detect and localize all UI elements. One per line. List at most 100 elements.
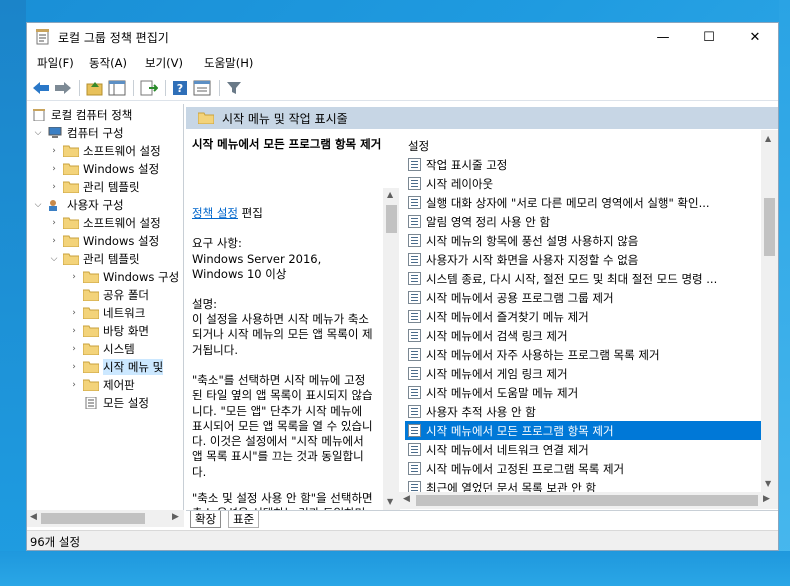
filter-button[interactable]: [224, 78, 244, 98]
menu-view[interactable]: 보기(V): [145, 55, 183, 71]
show-hide-tree-button[interactable]: [107, 78, 127, 98]
tree-horizontal-scrollbar[interactable]: ◀ ▶: [27, 510, 184, 527]
tree-item-desktop[interactable]: › 바탕 화면: [69, 322, 149, 340]
chevron-right-icon[interactable]: ›: [49, 164, 59, 174]
folder-icon: [83, 325, 99, 337]
scroll-thumb[interactable]: [386, 205, 397, 233]
scroll-left-icon[interactable]: ◀: [30, 512, 37, 522]
chevron-right-icon[interactable]: ›: [49, 146, 59, 156]
scroll-thumb[interactable]: [416, 495, 758, 506]
setting-row[interactable]: 시작 메뉴의 항목에 풍선 설명 사용하지 않음: [405, 231, 761, 250]
setting-row[interactable]: 사용자 추적 사용 안 함: [405, 402, 761, 421]
help-button[interactable]: ?: [170, 78, 190, 98]
scroll-up-icon[interactable]: ▲: [765, 134, 771, 143]
setting-row[interactable]: 시작 메뉴에서 네트워크 연결 제거: [405, 440, 761, 459]
chevron-right-icon[interactable]: ›: [69, 344, 79, 354]
setting-row[interactable]: 시작 메뉴에서 게임 링크 제거: [405, 364, 761, 383]
chevron-right-icon[interactable]: ›: [49, 218, 59, 228]
export-list-button[interactable]: [139, 78, 159, 98]
minimize-button[interactable]: —: [640, 23, 686, 51]
setting-row[interactable]: 시작 메뉴에서 검색 링크 제거: [405, 326, 761, 345]
setting-row[interactable]: 사용자가 시작 화면을 사용자 지정할 수 없음: [405, 250, 761, 269]
setting-label: 시작 메뉴에서 모든 프로그램 항목 제거: [426, 423, 614, 438]
setting-row[interactable]: 시작 메뉴에서 고정된 프로그램 목록 제거: [405, 459, 761, 478]
tree-item-control-panel[interactable]: › 제어판: [69, 376, 135, 394]
chevron-right-icon[interactable]: ›: [69, 362, 79, 372]
scroll-thumb[interactable]: [764, 198, 775, 256]
menu-help[interactable]: 도움말(H): [204, 55, 253, 71]
scroll-down-icon[interactable]: ▼: [387, 497, 393, 506]
scroll-down-icon[interactable]: ▼: [765, 479, 771, 488]
tree-item-user-config[interactable]: ⌵ 사용자 구성: [33, 196, 124, 214]
settings-vertical-scrollbar[interactable]: ▲ ▼: [761, 130, 778, 492]
setting-row[interactable]: 알림 영역 정리 사용 안 함: [405, 212, 761, 231]
tree-item-start-menu-taskbar[interactable]: › 시작 메뉴 및: [69, 358, 164, 376]
chevron-right-icon[interactable]: ›: [69, 380, 79, 390]
folder-open-icon: [63, 253, 79, 265]
close-button[interactable]: ✕: [732, 23, 778, 51]
filter-icon: [227, 82, 241, 94]
settings-horizontal-scrollbar[interactable]: ◀ ▶: [399, 492, 778, 509]
setting-row[interactable]: 최근에 열었던 문서 목록 보관 안 함: [405, 478, 761, 492]
tree-item-network[interactable]: › 네트워크: [69, 304, 145, 322]
chevron-down-icon[interactable]: ⌵: [49, 254, 59, 264]
tree-item-windows-components[interactable]: › Windows 구성: [69, 268, 179, 286]
forward-button[interactable]: [53, 78, 73, 98]
maximize-button[interactable]: ☐: [686, 23, 732, 51]
setting-row[interactable]: 시작 메뉴에서 즐겨찾기 메뉴 제거: [405, 307, 761, 326]
setting-row[interactable]: 시작 레이아웃: [405, 174, 761, 193]
tree-item-all-settings[interactable]: 모든 설정: [83, 394, 149, 412]
tree-item-system[interactable]: › 시스템: [69, 340, 135, 358]
tree-item-windows-settings[interactable]: › Windows 설정: [49, 160, 159, 178]
scroll-right-icon[interactable]: ▶: [763, 494, 770, 504]
setting-label: 알림 영역 정리 사용 안 함: [426, 214, 551, 229]
tree-item-label: 시작 메뉴 및: [103, 359, 164, 375]
setting-row[interactable]: 시작 메뉴에서 자주 사용하는 프로그램 목록 제거: [405, 345, 761, 364]
tree-item-shared-folders[interactable]: 공유 폴더: [83, 286, 149, 304]
description-scrollbar[interactable]: ▲ ▼: [383, 188, 400, 510]
tree-item-local-computer-policy[interactable]: 로컬 컴퓨터 정책: [31, 106, 132, 124]
setting-label: 사용자가 시작 화면을 사용자 지정할 수 없음: [426, 252, 639, 267]
gpedit-window: 로컬 그룹 정책 편집기 — ☐ ✕ 파일(F) 동작(A) 보기(V) 도움말…: [26, 22, 779, 551]
tree-item-computer-config[interactable]: ⌵ 컴퓨터 구성: [33, 124, 124, 142]
setting-row[interactable]: 실행 대화 상자에 "서로 다른 메모리 영역에서 실행" 확인...: [405, 193, 761, 212]
back-button[interactable]: [31, 78, 51, 98]
tree-item-user-windows-settings[interactable]: › Windows 설정: [49, 232, 159, 250]
scroll-left-icon[interactable]: ◀: [403, 494, 410, 504]
tree-item-admin-templates[interactable]: › 관리 템플릿: [49, 178, 139, 196]
chevron-right-icon[interactable]: ›: [69, 308, 79, 318]
setting-label: 시작 메뉴의 항목에 풍선 설명 사용하지 않음: [426, 233, 639, 248]
setting-row[interactable]: 시작 메뉴에서 모든 프로그램 항목 제거: [405, 421, 761, 440]
tree-item-user-software-settings[interactable]: › 소프트웨어 설정: [49, 214, 161, 232]
properties-button[interactable]: [192, 78, 212, 98]
tab-standard[interactable]: 표준: [228, 511, 260, 528]
settings-column-header[interactable]: 설정: [408, 138, 429, 154]
folder-icon: [83, 271, 99, 283]
tree-item-user-admin-templates[interactable]: ⌵ 관리 템플릿: [49, 250, 140, 268]
chevron-right-icon[interactable]: ›: [49, 182, 59, 192]
scroll-up-icon[interactable]: ▲: [387, 190, 393, 199]
setting-label: 시작 메뉴에서 공용 프로그램 그룹 제거: [426, 290, 614, 305]
tree-item-software-settings[interactable]: › 소프트웨어 설정: [49, 142, 161, 160]
chevron-right-icon[interactable]: ›: [49, 236, 59, 246]
chevron-right-icon[interactable]: ›: [69, 272, 79, 282]
edit-policy-link[interactable]: 정책 설정: [192, 206, 238, 220]
setting-row[interactable]: 시작 메뉴에서 공용 프로그램 그룹 제거: [405, 288, 761, 307]
edit-policy-line: 정책 설정 편집: [192, 206, 374, 221]
up-one-level-button[interactable]: [85, 78, 105, 98]
menu-action[interactable]: 동작(A): [89, 55, 127, 71]
scroll-thumb[interactable]: [41, 513, 145, 524]
menu-file[interactable]: 파일(F): [37, 55, 74, 71]
title-bar[interactable]: 로컬 그룹 정책 편집기 — ☐ ✕: [27, 23, 778, 51]
tab-extended[interactable]: 확장: [190, 511, 222, 528]
settings-list: 설정 작업 표시줄 고정 시작 레이아웃 실행 대화 상자에 "서로 다른 메모리 …: [399, 130, 761, 492]
setting-label: 시작 메뉴에서 즐겨찾기 메뉴 제거: [426, 309, 589, 324]
setting-row[interactable]: 시스템 종료, 다시 시작, 절전 모드 및 최대 절전 모드 명령 ...: [405, 269, 761, 288]
scroll-right-icon[interactable]: ▶: [172, 512, 179, 522]
folder-icon: [83, 307, 99, 319]
chevron-down-icon[interactable]: ⌵: [33, 200, 43, 210]
setting-row[interactable]: 시작 메뉴에서 도움말 메뉴 제거: [405, 383, 761, 402]
chevron-down-icon[interactable]: ⌵: [33, 128, 43, 138]
setting-row[interactable]: 작업 표시줄 고정: [405, 155, 761, 174]
chevron-right-icon[interactable]: ›: [69, 326, 79, 336]
